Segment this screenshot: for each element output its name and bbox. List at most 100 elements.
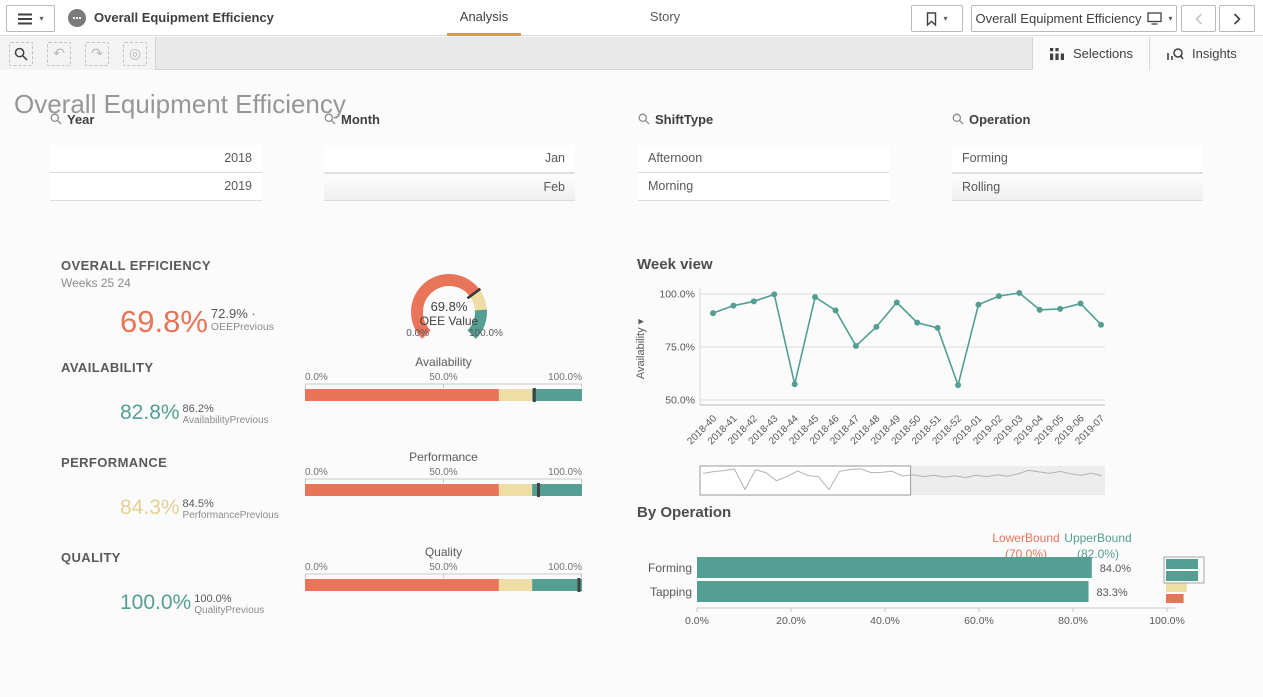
sheet-selector-label: Overall Equipment Efficiency (975, 11, 1142, 26)
data-point-2018-50[interactable] (914, 319, 921, 326)
selections-tool-button[interactable]: Selections (1033, 37, 1149, 70)
undo-icon: ↶ (53, 45, 65, 62)
svg-text:OEE Value: OEE Value (420, 314, 479, 328)
bookmarks-button[interactable]: ▾ (911, 5, 963, 32)
section-title: AVAILABILITY (61, 360, 154, 375)
sheet-toolbar: ↶ ↷ ◎ Selections Insights (0, 37, 1263, 70)
smart-search-button[interactable] (9, 41, 33, 66)
data-point-2018-51[interactable] (934, 324, 941, 331)
bullet-marker (537, 483, 541, 497)
section-value-row[interactable]: 84.3% 84.5% PerformancePrevious (120, 497, 279, 522)
svg-text:83.3%: 83.3% (1097, 587, 1128, 599)
oee-kpi-title: OVERALL EFFICIENCY (61, 258, 211, 273)
svg-text:100.0%: 100.0% (548, 467, 582, 478)
data-point-2019-01[interactable] (975, 301, 982, 308)
data-point-2019-04[interactable] (1036, 306, 1043, 313)
filter-value-jan[interactable]: Jan (324, 145, 575, 173)
filter-title: Operation (969, 111, 1031, 127)
week-view-line (712, 292, 1102, 388)
week-view-chart[interactable]: Availability ▾ 100.0% 75.0% 50.0% 2018-40 201… (630, 252, 1210, 500)
app-window: ▾ Overall Equipment Efficiency Analysis … (0, 0, 1263, 697)
oee-previous-block: 72.9% · OEEPrevious (210, 306, 274, 334)
tab-analysis[interactable]: Analysis (447, 0, 521, 36)
data-point-2018-44[interactable] (791, 381, 798, 388)
filter-value-2019[interactable]: 2019 (50, 173, 262, 201)
quality-bullet-chart[interactable]: Quality 0.0% 50.0% 100.0% (305, 545, 582, 597)
svg-text:40.0%: 40.0% (870, 615, 900, 627)
filter-header-operation[interactable]: Operation (952, 110, 1203, 128)
svg-text:100.0%: 100.0% (469, 328, 503, 339)
chevron-down-icon: ▾ (1168, 13, 1173, 23)
data-point-2019-06[interactable] (1077, 300, 1084, 307)
data-point-2018-45[interactable] (812, 294, 819, 301)
bookmark-icon (927, 11, 937, 26)
availability-bullet-chart[interactable]: Availability 0.0% 50.0% 100.0% (305, 355, 582, 407)
oee-kpi-header: OVERALL EFFICIENCY Weeks 25 24 (61, 258, 211, 290)
tab-story[interactable]: Story (628, 0, 702, 36)
data-point-2019-07[interactable] (1098, 321, 1104, 328)
by-operation-chart[interactable]: LowerBound (70.0%) UpperBound (82.0%) Formin… (630, 500, 1210, 645)
filter-header-year[interactable]: Year (50, 110, 262, 128)
svg-text:50.0%: 50.0% (429, 562, 457, 573)
filter-value-morning[interactable]: Morning (638, 173, 889, 201)
svg-text:100.0%: 100.0% (659, 289, 695, 301)
data-point-2018-43[interactable] (771, 291, 778, 298)
filter-value-feb[interactable]: Feb (324, 173, 575, 201)
data-point-2018-48[interactable] (873, 323, 880, 330)
svg-text:0.0%: 0.0% (305, 467, 328, 478)
line-navigator-window[interactable] (699, 465, 912, 496)
data-point-2018-46[interactable] (832, 307, 839, 314)
y-axis-measure-label[interactable]: Availability ▾ (635, 318, 647, 379)
filter-header-month[interactable]: Month (324, 110, 575, 128)
data-point-2019-02[interactable] (995, 293, 1002, 300)
section-value-row[interactable]: 100.0% 100.0% QualityPrevious (120, 592, 264, 617)
svg-text:100.0%: 100.0% (1149, 615, 1185, 627)
redo-button[interactable]: ↷ (85, 41, 109, 66)
filter-value-2018[interactable]: 2018 (50, 145, 262, 173)
insights-button[interactable]: Insights (1150, 37, 1253, 70)
data-point-2018-42[interactable] (750, 298, 757, 305)
oee-kpi-value-row[interactable]: 69.8% 72.9% · OEEPrevious (120, 306, 274, 337)
toolbar-right-panel: Selections Insights (1032, 37, 1263, 70)
svg-text:75.0%: 75.0% (665, 342, 695, 354)
bar-tapping[interactable] (697, 581, 1089, 602)
filter-value-afternoon[interactable]: Afternoon (638, 145, 889, 173)
bar-navigator-mini-bar (1166, 559, 1198, 569)
data-point-2018-47[interactable] (852, 342, 859, 349)
redo-icon: ↷ (91, 45, 103, 62)
svg-text:100.0%: 100.0% (548, 372, 582, 383)
chevron-down-icon: ▾ (943, 13, 948, 23)
section-previous-name: AvailabilityPrevious (182, 415, 269, 427)
tab-story-label: Story (649, 9, 681, 24)
data-point-2018-41[interactable] (730, 302, 737, 309)
data-point-2018-52[interactable] (955, 382, 962, 389)
data-point-2019-03[interactable] (1016, 289, 1023, 296)
oee-gauge-chart[interactable]: 69.8% OEE Value 0.0% 100.0% (393, 262, 523, 350)
filter-value-rolling[interactable]: Rolling (952, 173, 1203, 201)
global-menu-button[interactable]: ▾ (6, 5, 55, 32)
sheet-selector-button[interactable]: Overall Equipment Efficiency ▾ (971, 5, 1177, 32)
bar-forming[interactable] (697, 557, 1092, 578)
performance-bullet-chart[interactable]: Performance 0.0% 50.0% 100.0% (305, 450, 582, 502)
chevron-left-icon (1194, 12, 1202, 25)
filter-value-forming[interactable]: Forming (952, 145, 1203, 173)
data-point-2018-49[interactable] (893, 299, 900, 306)
filter-pane-year: Year 2018 2019 (50, 110, 262, 201)
section-value-row[interactable]: 82.8% 86.2% AvailabilityPrevious (120, 402, 269, 427)
filter-values: Jan Feb (324, 145, 575, 201)
svg-text:0.0%: 0.0% (406, 328, 429, 339)
data-point-2019-05[interactable] (1057, 305, 1064, 312)
toolbar-icon-strip: ↶ ↷ ◎ (0, 37, 156, 70)
undo-button[interactable]: ↶ (47, 41, 71, 66)
filter-title: ShiftType (655, 111, 714, 127)
oee-previous-value: 72.9% · (210, 306, 256, 321)
filter-header-shifttype[interactable]: ShiftType (638, 110, 889, 128)
data-point-2018-40[interactable] (710, 310, 716, 317)
section-previous-value: 84.5% (182, 498, 214, 510)
previous-sheet-button[interactable] (1181, 5, 1216, 32)
clear-selections-button[interactable]: ◎ (123, 41, 147, 66)
legend-upperbound: UpperBound (1064, 531, 1131, 545)
next-sheet-button[interactable] (1219, 5, 1255, 32)
filter-values: Afternoon Morning (638, 145, 889, 201)
section-previous-value: 100.0% (194, 593, 232, 605)
